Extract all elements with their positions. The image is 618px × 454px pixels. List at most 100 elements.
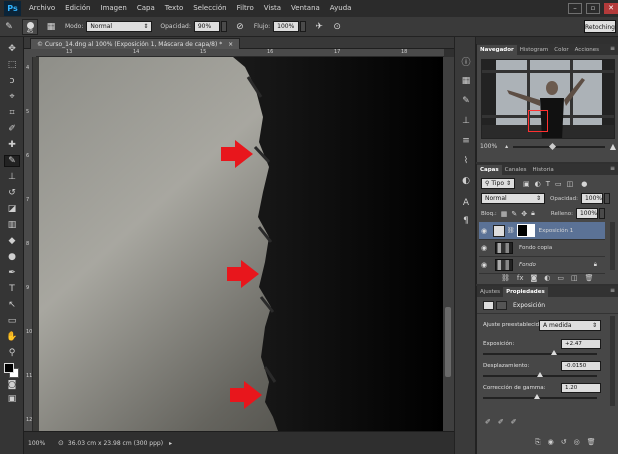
exposure-slider-knob[interactable] bbox=[550, 350, 557, 355]
menu-ventana[interactable]: Ventana bbox=[286, 0, 325, 17]
eye-icon[interactable]: ◉ bbox=[479, 227, 489, 235]
fill-input[interactable]: 100% bbox=[575, 208, 598, 219]
type-tool-icon[interactable]: T bbox=[4, 283, 20, 295]
status-zoom[interactable]: 100% bbox=[28, 440, 54, 447]
menu-selección[interactable]: Selección bbox=[188, 0, 231, 17]
pen-tool-icon[interactable]: ✒ bbox=[4, 267, 20, 279]
panel-menu-icon[interactable]: ≡ bbox=[610, 45, 615, 52]
menu-edición[interactable]: Edición bbox=[60, 0, 95, 17]
zoom-out-icon[interactable]: ▴ bbox=[505, 143, 508, 150]
filter-pixel-icon[interactable]: ▣ bbox=[523, 180, 530, 188]
layer-thumbnail[interactable] bbox=[495, 258, 513, 271]
blur-tool-icon[interactable]: ◆ bbox=[4, 235, 20, 247]
zoom-in-icon[interactable]: ▲ bbox=[610, 142, 616, 151]
preset-select[interactable]: A medida ⇕ bbox=[539, 320, 601, 331]
document-canvas[interactable] bbox=[33, 57, 443, 431]
delete-layer-icon[interactable]: 🗑︎ bbox=[585, 274, 594, 282]
opacity-dropdown[interactable] bbox=[220, 21, 227, 32]
navigator-view-box[interactable] bbox=[528, 110, 548, 132]
airbrush-icon[interactable]: ✈ bbox=[312, 20, 326, 34]
crop-tool-icon[interactable]: ⌗ bbox=[4, 107, 20, 119]
marquee-tool-icon[interactable]: ⬚ bbox=[4, 59, 20, 71]
mask-link-icon[interactable]: ⛓︎ bbox=[507, 227, 515, 234]
tool-presets-icon[interactable]: ✎ bbox=[460, 95, 472, 107]
quick-mask-icon[interactable]: ◙ bbox=[4, 379, 20, 391]
layer-filter-select[interactable]: ⚲ Tipo ⇕ bbox=[481, 178, 515, 189]
menu-filtro[interactable]: Filtro bbox=[232, 0, 259, 17]
gray-point-eyedropper-icon[interactable]: ✐ bbox=[498, 418, 504, 426]
add-mask-icon[interactable]: ◙ bbox=[531, 274, 538, 282]
workspace-switcher[interactable]: Retoching bbox=[584, 20, 616, 33]
white-point-eyedropper-icon[interactable]: ✐ bbox=[511, 418, 517, 426]
layer-mask-icon[interactable] bbox=[496, 301, 507, 310]
exposure-adjustment-icon[interactable] bbox=[483, 301, 494, 310]
status-arrow-icon[interactable]: ▸ bbox=[169, 440, 172, 447]
path-selection-tool-icon[interactable]: ↖ bbox=[4, 299, 20, 311]
gamma-input[interactable]: 1.20 bbox=[561, 383, 601, 393]
clone-source-icon[interactable]: ⊥ bbox=[460, 115, 472, 127]
menu-imagen[interactable]: Imagen bbox=[96, 0, 132, 17]
menu-archivo[interactable]: Archivo bbox=[24, 0, 60, 17]
lock-pixels-icon[interactable]: ✎ bbox=[511, 210, 517, 218]
character-panel-icon[interactable]: A bbox=[460, 197, 472, 209]
menu-texto[interactable]: Texto bbox=[160, 0, 188, 17]
zoom-slider-knob[interactable] bbox=[548, 142, 556, 150]
eyedropper-tool-icon[interactable]: ✐ bbox=[4, 123, 20, 135]
screen-mode-icon[interactable]: ▣ bbox=[4, 393, 20, 405]
tab-canales[interactable]: Canales bbox=[502, 165, 530, 175]
visibility-icon[interactable]: ◎ bbox=[574, 438, 580, 447]
tab-capas[interactable]: Capas bbox=[477, 165, 502, 175]
navigator-zoom-value[interactable]: 100% bbox=[480, 143, 497, 150]
filter-type-icon[interactable]: T bbox=[546, 180, 550, 188]
offset-input[interactable]: -0.0150 bbox=[561, 361, 601, 371]
eraser-tool-icon[interactable]: ◪ bbox=[4, 203, 20, 215]
shape-tool-icon[interactable]: ▭ bbox=[4, 315, 20, 327]
tab-color[interactable]: Color bbox=[551, 45, 571, 55]
scrollbar-thumb[interactable] bbox=[445, 307, 451, 377]
view-previous-icon[interactable]: ◉ bbox=[548, 438, 554, 447]
layer-row[interactable]: ◉ ⛓︎ Exposición 1 bbox=[479, 222, 605, 240]
panel-menu-icon[interactable]: ≡ bbox=[610, 287, 615, 294]
exposure-slider[interactable] bbox=[483, 350, 597, 355]
menu-vista[interactable]: Vista bbox=[259, 0, 286, 17]
lock-position-icon[interactable]: ✥ bbox=[521, 210, 527, 218]
quick-selection-tool-icon[interactable]: ⌖ bbox=[4, 91, 20, 103]
navigator-preview[interactable] bbox=[481, 59, 615, 139]
pressure-opacity-icon[interactable]: ⊘ bbox=[233, 20, 247, 34]
layer-row[interactable]: ◉ Fondo 🔒︎ bbox=[479, 256, 605, 274]
panel-menu-icon[interactable]: ≡ bbox=[610, 165, 615, 172]
gamma-slider[interactable] bbox=[483, 394, 597, 399]
document-tab[interactable]: © Curso_14.dng al 100% (Exposición 1, Má… bbox=[30, 38, 241, 49]
ruler-horizontal[interactable]: 13 14 15 16 17 18 bbox=[36, 49, 444, 57]
fill-dropdown[interactable] bbox=[598, 208, 605, 219]
layer-thumbnail[interactable] bbox=[495, 241, 513, 254]
minimize-button[interactable]: – bbox=[568, 3, 582, 14]
exposure-input[interactable]: +2.47 bbox=[561, 339, 601, 349]
close-button[interactable]: ✕ bbox=[604, 3, 618, 14]
filter-adjustment-icon[interactable]: ◐ bbox=[535, 180, 541, 188]
tab-histogram[interactable]: Histogram bbox=[517, 45, 552, 55]
history-brush-tool-icon[interactable]: ↺ bbox=[4, 187, 20, 199]
pressure-size-icon[interactable]: ⊙ bbox=[330, 20, 344, 34]
restore-button[interactable]: ▫ bbox=[586, 3, 600, 14]
properties-scrollbar[interactable] bbox=[610, 316, 615, 406]
clip-to-layer-icon[interactable]: ⎘ bbox=[535, 438, 541, 447]
menu-capa[interactable]: Capa bbox=[132, 0, 160, 17]
delete-adjustment-icon[interactable]: 🗑︎ bbox=[587, 438, 596, 447]
move-tool-icon[interactable]: ✥ bbox=[4, 43, 20, 55]
layer-opacity-input[interactable]: 100% bbox=[580, 193, 603, 204]
gamma-slider-knob[interactable] bbox=[533, 394, 540, 399]
zoom-tool-icon[interactable]: ⚲ bbox=[4, 347, 20, 359]
paragraph-panel-icon[interactable]: ¶ bbox=[460, 215, 472, 227]
swatches-panel-icon[interactable]: ◐ bbox=[460, 175, 472, 187]
reset-icon[interactable]: ↺ bbox=[561, 438, 567, 447]
offset-slider-knob[interactable] bbox=[537, 372, 543, 377]
new-adjustment-layer-icon[interactable]: ◐ bbox=[544, 274, 550, 282]
hand-tool-icon[interactable]: ✋ bbox=[4, 331, 20, 343]
tab-historia[interactable]: Historia bbox=[530, 165, 557, 175]
tab-acciones[interactable]: Acciones bbox=[572, 45, 602, 55]
new-group-icon[interactable]: ▭ bbox=[557, 274, 564, 282]
offset-slider[interactable] bbox=[483, 372, 597, 377]
brush-tool-icon[interactable]: ✎ bbox=[2, 20, 16, 34]
eye-icon[interactable]: ◉ bbox=[479, 244, 489, 252]
